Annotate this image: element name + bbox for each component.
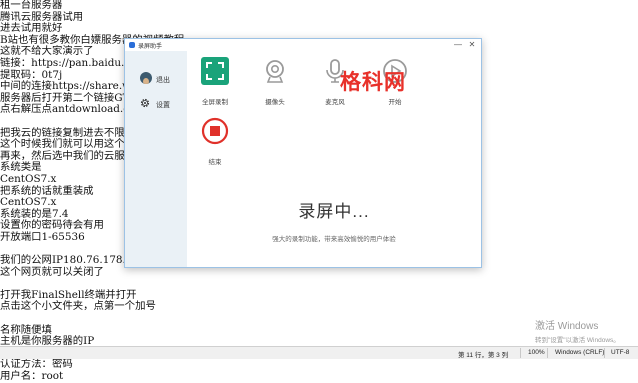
activate-windows-watermark: 激活 Windows 转到"设置"以激活 Windows。 — [535, 317, 620, 344]
stop-button[interactable]: 结束 — [193, 117, 237, 166]
recorder-title-bar[interactable]: 录屏助手 — ✕ — [125, 39, 481, 51]
watermark-subtitle: 转到"设置"以激活 Windows。 — [535, 337, 620, 344]
minimize-button[interactable]: — — [451, 39, 465, 51]
encoding: UTF-8 — [611, 349, 630, 356]
status-separator — [520, 348, 521, 358]
recording-tagline: 强大的录制功能，带来高效愉悦的用户体验 — [272, 236, 396, 243]
app-logo-icon — [129, 42, 135, 48]
screen-recorder-window: 录屏助手 — ✕ 退出 设置 全屏录制 摄像头 麦克风 开始 结束 录屏中...… — [124, 38, 482, 268]
notepad-line: 点击这个小文件夹，点第一个加号 — [0, 300, 156, 313]
zoom-level: 100% — [528, 349, 545, 356]
microphone-label: 麦克风 — [325, 99, 345, 106]
start-label: 开始 — [388, 99, 402, 106]
camera-button[interactable]: 摄像头 — [253, 57, 297, 106]
camera-label: 摄像头 — [265, 99, 285, 106]
recording-status: 录屏中... — [298, 202, 370, 221]
watermark-title: 激活 Windows — [535, 321, 599, 332]
avatar[interactable] — [140, 72, 152, 84]
notepad-line: 认证方法：密码 — [0, 358, 73, 371]
settings-button[interactable]: 设置 — [156, 100, 170, 110]
recorder-title: 录屏助手 — [138, 44, 163, 50]
recorder-sidebar: 退出 设置 — [125, 51, 187, 267]
close-button[interactable]: ✕ — [465, 39, 479, 51]
status-separator — [547, 348, 548, 358]
notepad-status-bar: 第 11 行，第 3 列 100% Windows (CRLF) UTF-8 — [0, 346, 638, 359]
gear-icon[interactable] — [139, 97, 151, 109]
cursor-position: 第 11 行，第 3 列 — [458, 352, 509, 359]
notepad-line: 用户名：root — [0, 370, 64, 382]
notepad-line: 这个网页就可以关闭了 — [0, 265, 104, 278]
fullscreen-label: 全屏录制 — [202, 99, 228, 106]
site-logo-text: 格科网 — [340, 70, 406, 94]
fullscreen-record-button[interactable]: 全屏录制 — [193, 57, 237, 106]
stop-icon — [201, 117, 229, 145]
status-separator — [604, 348, 605, 358]
fullscreen-icon — [201, 57, 229, 85]
notepad-line: 租一台服务器 — [0, 0, 63, 11]
stop-label: 结束 — [208, 159, 222, 166]
line-ending: Windows (CRLF) — [555, 349, 605, 356]
site-logo: 格科网 — [340, 66, 425, 94]
notepad-line: 腾讯云服务器试用 — [0, 10, 84, 23]
camera-icon — [266, 60, 284, 83]
logout-button[interactable]: 退出 — [156, 75, 170, 85]
